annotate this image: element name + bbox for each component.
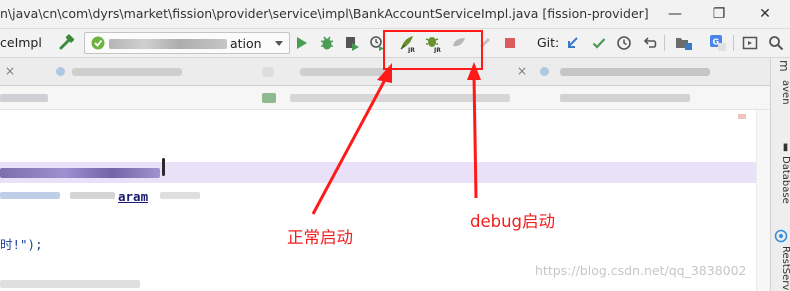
text-caret	[162, 158, 165, 176]
git-update-icon[interactable]	[562, 32, 584, 54]
project-structure-icon[interactable]	[673, 32, 695, 54]
current-class-label[interactable]: ceImpl	[0, 35, 42, 50]
rest-services-tab[interactable]: RestServ	[771, 246, 790, 290]
tab-blurred-title[interactable]	[262, 67, 274, 77]
blurred-code	[0, 168, 160, 178]
blurred-code	[0, 192, 60, 199]
window-title: n\java\cn\com\dyrs\market\fission\provid…	[0, 6, 649, 21]
git-label: Git:	[537, 35, 560, 50]
run-config-label: ation	[230, 36, 262, 51]
toolbar-separator	[664, 35, 665, 51]
tab-blurred-title[interactable]	[300, 68, 390, 76]
toolbar-separator	[733, 35, 734, 51]
blurred-breadcrumb	[0, 94, 48, 102]
search-icon[interactable]	[765, 32, 787, 54]
database-icon: ▮	[780, 142, 790, 153]
tab-blurred-title[interactable]	[560, 68, 710, 76]
right-tool-strip: m aven ▮ Database RestServ	[770, 58, 790, 291]
database-tab[interactable]: Database	[771, 156, 790, 204]
run-icon[interactable]	[291, 32, 313, 54]
stop-icon[interactable]	[499, 32, 521, 54]
tab-file-icon	[540, 67, 549, 76]
debug-start-label: debug启动	[470, 212, 556, 231]
watermark: https://blog.csdn.net/qq_3838002	[535, 263, 747, 278]
restore-button[interactable]: ❐	[708, 3, 730, 25]
blurred-breadcrumb	[560, 94, 690, 102]
blurred-breadcrumb	[290, 94, 510, 102]
normal-start-label: 正常启动	[287, 228, 353, 247]
breadcrumb-bar	[0, 86, 770, 110]
blurred-code	[70, 192, 115, 199]
code-string-fragment: 时!");	[0, 237, 43, 252]
debug-icon[interactable]	[316, 32, 338, 54]
git-history-icon[interactable]	[613, 32, 635, 54]
git-commit-icon[interactable]	[588, 32, 610, 54]
hammer-icon[interactable]	[56, 32, 78, 54]
blurred-config-name	[109, 39, 227, 49]
translate-icon[interactable]: G	[707, 32, 729, 54]
maven-m-icon: m	[777, 60, 790, 72]
tab-blurred-title[interactable]	[72, 68, 182, 76]
blurred-code	[160, 192, 200, 199]
tab-close-icon[interactable]: ×	[5, 64, 15, 78]
blurred-breadcrumb	[262, 93, 276, 103]
editor-scrollbar[interactable]	[756, 110, 770, 291]
param-fragment: aram	[118, 189, 149, 204]
close-button[interactable]: ✕	[754, 3, 776, 25]
minimize-button[interactable]: —	[664, 3, 686, 25]
git-rollback-icon[interactable]	[639, 32, 661, 54]
tab-close-icon[interactable]: ×	[517, 64, 527, 78]
presentation-icon[interactable]	[739, 32, 761, 54]
rest-services-icon	[774, 228, 788, 243]
chevron-down-icon	[275, 41, 283, 46]
error-marker	[738, 114, 746, 119]
highlight-box	[383, 30, 483, 70]
tab-file-icon	[56, 67, 65, 76]
maven-tab[interactable]: aven	[771, 80, 790, 105]
run-configuration-select[interactable]: ation	[84, 32, 290, 54]
spring-boot-icon	[87, 32, 109, 54]
coverage-icon[interactable]	[341, 32, 363, 54]
blurred-code	[0, 280, 140, 288]
title-bar: n\java\cn\com\dyrs\market\fission\provid…	[0, 0, 790, 29]
